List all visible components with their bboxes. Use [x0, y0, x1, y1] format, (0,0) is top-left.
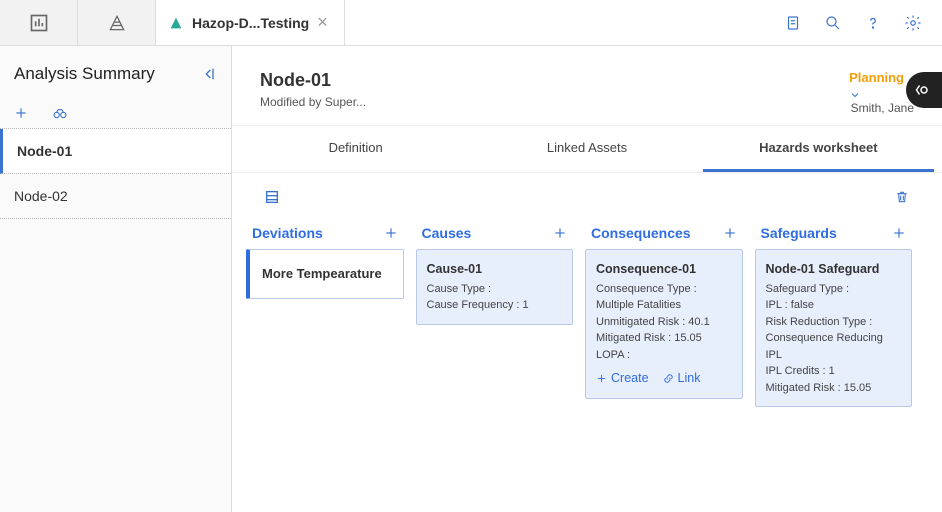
trash-icon[interactable] [894, 189, 910, 205]
add-cause-icon[interactable] [553, 226, 567, 240]
column-causes: Causes Cause-01 Cause Type : Cause Frequ… [416, 217, 574, 407]
col-title-deviations: Deviations [252, 225, 323, 241]
topbar: Hazop-D...Testing × [0, 0, 942, 46]
status-row[interactable]: Planning [849, 70, 914, 101]
safeguard-title: Node-01 Safeguard [766, 260, 902, 279]
triangle-green-icon [168, 15, 184, 31]
consequence-title: Consequence-01 [596, 260, 732, 279]
owner-name: Smith, Jane [849, 101, 914, 115]
sidebar-item-node-02[interactable]: Node-02 [0, 174, 231, 219]
floating-panel-button[interactable] [906, 72, 942, 108]
column-consequences: Consequences Consequence-01 Consequence … [585, 217, 743, 407]
tab-label: Hazop-D...Testing [192, 15, 309, 31]
unmitigated-risk: Unmitigated Risk : 40.1 [596, 314, 732, 331]
tab-linked-assets[interactable]: Linked Assets [471, 126, 702, 172]
status-badge: Planning [849, 70, 904, 85]
cause-frequency: Cause Frequency : 1 [427, 297, 563, 314]
icon-pyramid-cell[interactable] [78, 0, 156, 45]
icon-barchart-cell[interactable] [0, 0, 78, 45]
cause-type: Cause Type : [427, 281, 563, 298]
collapse-icon[interactable] [201, 66, 217, 82]
add-safeguard-icon[interactable] [892, 226, 906, 240]
lopa: LOPA : [596, 347, 732, 364]
sidebar-item-node-01[interactable]: Node-01 [0, 129, 231, 174]
tab-hazop[interactable]: Hazop-D...Testing × [156, 0, 345, 45]
topbar-right [784, 14, 942, 32]
consequence-type: Consequence Type : Multiple Fatalities [596, 281, 732, 314]
node-title: Node-01 [260, 70, 366, 91]
sidebar-tools [0, 100, 231, 129]
safeguard-mitigated-risk: Mitigated Risk : 15.05 [766, 380, 902, 397]
node-header-right: Planning Smith, Jane [849, 70, 914, 115]
sidebar-title: Analysis Summary [14, 64, 155, 84]
toolbar-row [232, 173, 942, 213]
barchart-icon [29, 13, 49, 33]
columns: Deviations More Tempearature Causes Caus… [232, 213, 942, 427]
col-head-deviations: Deviations [246, 217, 404, 249]
add-consequence-icon[interactable] [723, 226, 737, 240]
ipl-credits: IPL Credits : 1 [766, 363, 902, 380]
gear-icon[interactable] [904, 14, 922, 32]
risk-reduction-type: Risk Reduction Type : Consequence Reduci… [766, 314, 902, 364]
tab-definition[interactable]: Definition [240, 126, 471, 172]
tab-hazards-worksheet[interactable]: Hazards worksheet [703, 126, 934, 172]
search-icon[interactable] [824, 14, 842, 32]
create-lopa-button[interactable]: Create [596, 369, 649, 388]
column-deviations: Deviations More Tempearature [246, 217, 404, 407]
safeguard-type: Safeguard Type : [766, 281, 902, 298]
topbar-left: Hazop-D...Testing × [0, 0, 345, 45]
sidebar-header: Analysis Summary [0, 46, 231, 100]
node-subtitle: Modified by Super... [260, 95, 366, 109]
node-header: Node-01 Modified by Super... Planning Sm… [232, 46, 942, 126]
cause-card[interactable]: Cause-01 Cause Type : Cause Frequency : … [416, 249, 574, 325]
col-title-causes: Causes [422, 225, 472, 241]
col-head-consequences: Consequences [585, 217, 743, 249]
col-head-causes: Causes [416, 217, 574, 249]
col-head-safeguards: Safeguards [755, 217, 913, 249]
help-icon[interactable] [864, 14, 882, 32]
col-title-consequences: Consequences [591, 225, 691, 241]
cause-title: Cause-01 [427, 260, 563, 279]
grid-icon[interactable] [264, 189, 280, 205]
sidebar: Analysis Summary Node-01 Node-02 [0, 46, 232, 512]
column-safeguards: Safeguards Node-01 Safeguard Safeguard T… [755, 217, 913, 407]
deviation-card[interactable]: More Tempearature [246, 249, 404, 299]
node-header-left: Node-01 Modified by Super... [260, 70, 366, 115]
tabs: Definition Linked Assets Hazards workshe… [232, 126, 942, 173]
pyramid-icon [107, 13, 127, 33]
clipboard-icon[interactable] [784, 14, 802, 32]
safeguard-card[interactable]: Node-01 Safeguard Safeguard Type : IPL :… [755, 249, 913, 407]
mitigated-risk: Mitigated Risk : 15.05 [596, 330, 732, 347]
close-icon[interactable]: × [317, 12, 328, 33]
add-deviation-icon[interactable] [384, 226, 398, 240]
chevron-down-icon [849, 89, 914, 101]
plus-icon[interactable] [14, 106, 28, 120]
consequence-actions: Create Link [596, 369, 732, 388]
binoculars-icon[interactable] [52, 106, 68, 120]
layout: Analysis Summary Node-01 Node-02 Node-01… [0, 46, 942, 512]
ipl: IPL : false [766, 297, 902, 314]
link-lopa-button[interactable]: Link [663, 369, 701, 388]
main: Node-01 Modified by Super... Planning Sm… [232, 46, 942, 512]
col-title-safeguards: Safeguards [761, 225, 837, 241]
consequence-card[interactable]: Consequence-01 Consequence Type : Multip… [585, 249, 743, 399]
